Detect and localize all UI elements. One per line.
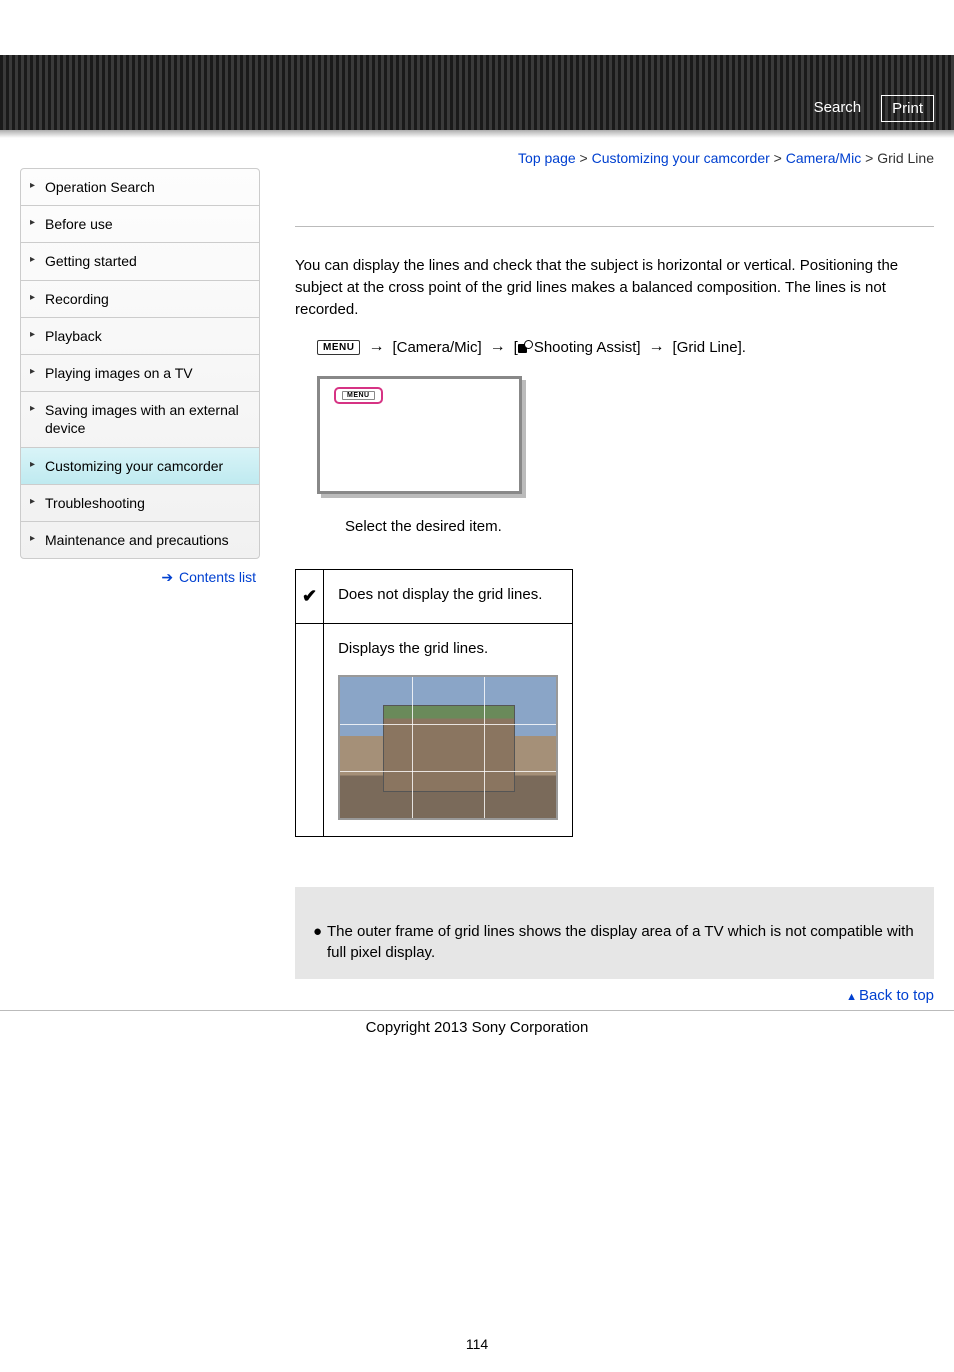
breadcrumb-top[interactable]: Top page [518, 150, 576, 166]
nav-step-3: [Grid Line]. [673, 339, 746, 356]
option-on-text: Displays the grid lines. [338, 640, 558, 657]
breadcrumb-sep: > [580, 150, 588, 166]
breadcrumb-sep: > [774, 150, 782, 166]
sidebar-item[interactable]: Maintenance and precautions [21, 522, 259, 558]
sidebar-item[interactable]: Before use [21, 206, 259, 243]
nav-step-1: [Camera/Mic] [392, 339, 481, 356]
sidebar-item[interactable]: Playback [21, 318, 259, 355]
header-bar: Search Print [0, 55, 954, 130]
breadcrumb-l3[interactable]: Camera/Mic [786, 150, 861, 166]
shooting-assist-icon [518, 341, 532, 353]
grid-sample-image [338, 675, 558, 820]
option-off-text: Does not display the grid lines. [324, 570, 573, 624]
table-row: ✔ Does not display the grid lines. [296, 570, 573, 624]
back-to-top-link[interactable]: Back to top [859, 987, 934, 1004]
breadcrumb: Top page > Customizing your camcorder > … [295, 150, 934, 166]
note-text: The outer frame of grid lines shows the … [313, 921, 916, 963]
triangle-up-icon: ▲ [846, 991, 857, 1003]
page-number: 114 [0, 1076, 954, 1372]
sidebar-item[interactable]: Saving images with an external device [21, 392, 259, 447]
sidebar-item[interactable]: Recording [21, 281, 259, 318]
nav-step-2: [Shooting Assist] [514, 339, 641, 356]
menu-highlight: MENU [334, 387, 383, 404]
menu-path: MENU → [Camera/Mic] → [Shooting Assist] … [317, 338, 934, 356]
sidebar-nav: Operation SearchBefore useGetting starte… [20, 168, 260, 559]
arrow-right-icon: ➔ [161, 569, 173, 585]
sidebar-item[interactable]: Playing images on a TV [21, 355, 259, 392]
bullet-icon: ● [313, 921, 322, 942]
contents-list-link[interactable]: Contents list [179, 569, 256, 585]
menu-icon: MENU [317, 340, 360, 355]
table-row: Displays the grid lines. [296, 624, 573, 837]
sidebar-item[interactable]: Getting started [21, 243, 259, 280]
print-button[interactable]: Print [881, 95, 934, 122]
divider [295, 226, 934, 227]
search-link[interactable]: Search [804, 95, 872, 122]
breadcrumb-l2[interactable]: Customizing your camcorder [592, 150, 770, 166]
arrow-right-icon: → [368, 338, 384, 356]
sidebar-item[interactable]: Troubleshooting [21, 485, 259, 522]
options-table: ✔ Does not display the grid lines. Displ… [295, 569, 573, 837]
sidebar-item[interactable]: Operation Search [21, 169, 259, 206]
breadcrumb-current: Grid Line [877, 150, 934, 166]
copyright-text: Copyright 2013 Sony Corporation [0, 1011, 954, 1076]
arrow-right-icon: → [490, 338, 506, 356]
header-shadow [0, 130, 954, 138]
sidebar-item[interactable]: Customizing your camcorder [21, 448, 259, 485]
breadcrumb-sep: > [865, 150, 873, 166]
checkmark-icon: ✔ [302, 586, 317, 606]
intro-text: You can display the lines and check that… [295, 255, 934, 320]
screen-illustration: MENU [317, 376, 522, 494]
note-box: ● The outer frame of grid lines shows th… [295, 887, 934, 979]
arrow-right-icon: → [649, 338, 665, 356]
instruction-text: Select the desired item. [345, 518, 934, 535]
